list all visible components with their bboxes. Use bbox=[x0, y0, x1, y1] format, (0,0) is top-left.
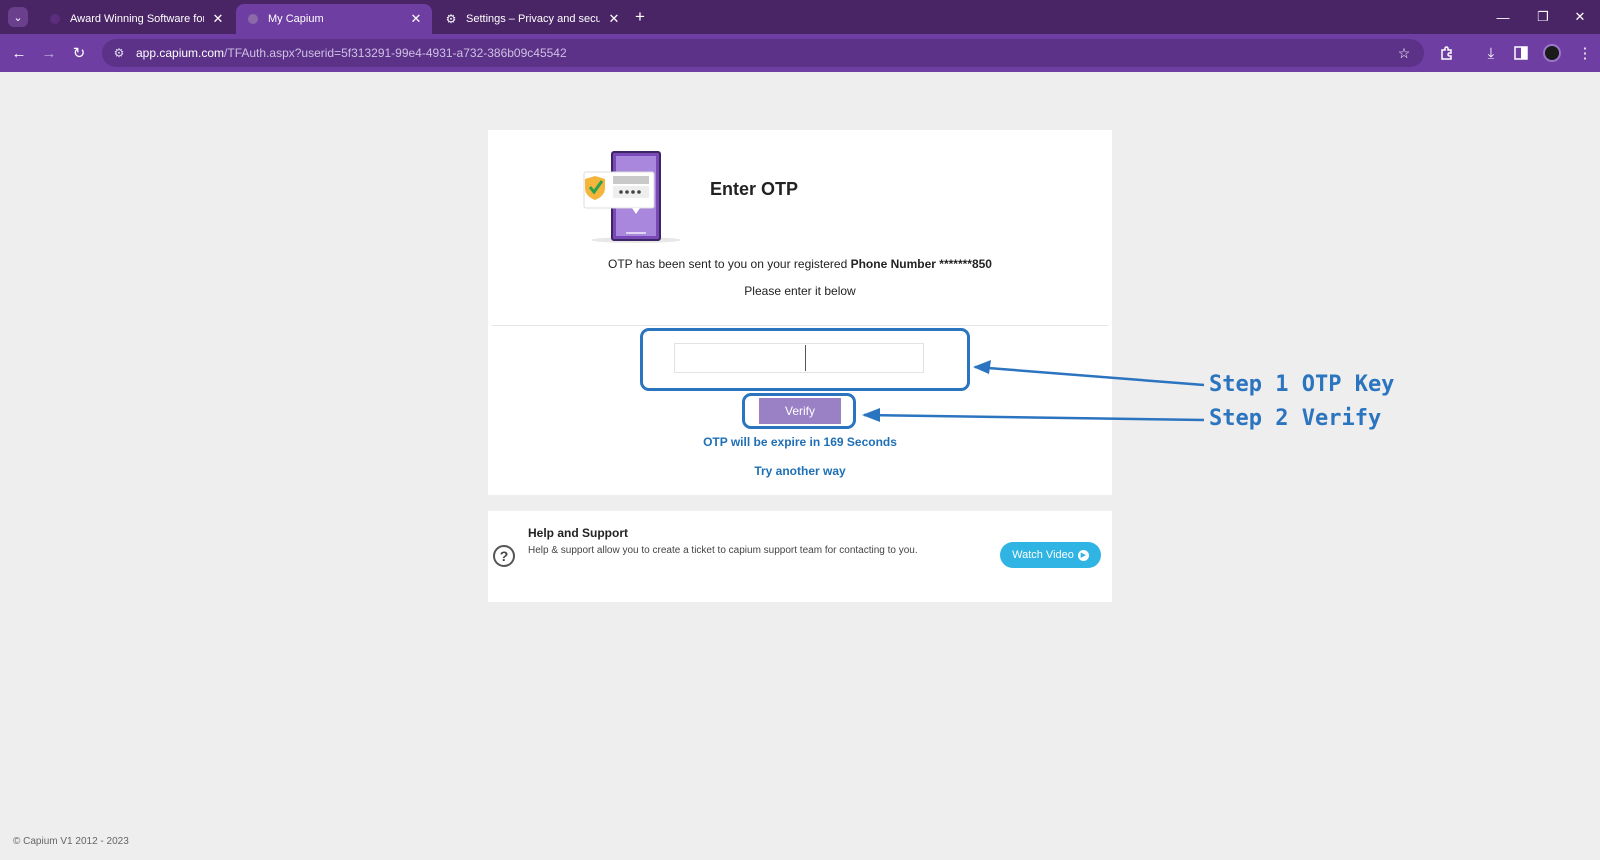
enter-below-message: Please enter it below bbox=[744, 284, 856, 298]
footer-copyright: © Capium V1 2012 - 2023 bbox=[13, 836, 129, 847]
watch-video-label: Watch Video bbox=[1012, 549, 1074, 561]
close-window-icon[interactable]: ✕ bbox=[1560, 4, 1600, 30]
url-path: /TFAuth.aspx?userid=5f313291-99e4-4931-a… bbox=[224, 46, 567, 60]
otp-expire-timer: OTP will be expire in 169 Seconds bbox=[703, 435, 897, 449]
help-support-card: ? Help and Support Help & support allow … bbox=[488, 511, 1112, 602]
try-another-way-link[interactable]: Try another way bbox=[488, 464, 1112, 478]
bookmark-star-icon[interactable]: ☆ bbox=[1394, 43, 1414, 63]
url-host: app.capium.com bbox=[136, 46, 225, 60]
menu-kebab-icon[interactable]: ⋮ bbox=[1573, 41, 1597, 65]
tab-award-winning[interactable]: Award Winning Software for Accountants ✕ bbox=[38, 4, 234, 34]
watch-video-button[interactable]: Watch Video ▶ bbox=[1000, 542, 1101, 568]
globe-icon bbox=[246, 12, 260, 26]
back-arrow-icon[interactable]: ← bbox=[7, 41, 31, 65]
minimize-icon[interactable]: — bbox=[1483, 4, 1523, 30]
new-tab-plus-icon[interactable]: + bbox=[630, 7, 650, 27]
help-title: Help and Support bbox=[528, 526, 628, 540]
close-tab-icon[interactable]: ✕ bbox=[408, 11, 424, 27]
question-circle-icon: ? bbox=[493, 545, 515, 567]
capium-favicon-icon bbox=[48, 12, 62, 26]
tab-title: Award Winning Software for Accountants bbox=[70, 13, 204, 25]
tab-my-capium[interactable]: My Capium ✕ bbox=[236, 4, 432, 34]
tab-title: My Capium bbox=[268, 13, 324, 25]
site-info-icon[interactable]: ⚙ bbox=[110, 44, 128, 62]
annotation-step2-label: Step 2 Verify bbox=[1209, 406, 1382, 431]
otp-message-prefix: OTP has been sent to you on your registe… bbox=[608, 257, 851, 271]
browser-tab-bar: ⌄ Award Winning Software for Accountants… bbox=[0, 0, 1600, 34]
phone-otp-illustration-icon bbox=[583, 151, 681, 243]
forward-arrow-icon[interactable]: → bbox=[37, 41, 61, 65]
tab-title: Settings – Privacy and security bbox=[466, 13, 600, 25]
reload-icon[interactable]: ↻ bbox=[67, 41, 91, 65]
close-tab-icon[interactable]: ✕ bbox=[210, 11, 226, 27]
otp-card: Enter OTP OTP has been sent to you on yo… bbox=[488, 130, 1112, 495]
profile-avatar[interactable] bbox=[1543, 44, 1561, 62]
address-bar[interactable]: ⚙ app.capium.com/TFAuth.aspx?userid=5f31… bbox=[102, 39, 1424, 67]
divider bbox=[492, 325, 1108, 326]
restore-icon[interactable]: ❐ bbox=[1523, 4, 1563, 30]
gear-icon: ⚙ bbox=[445, 12, 457, 26]
page-title: Enter OTP bbox=[710, 179, 799, 199]
annotation-box-otp bbox=[640, 328, 970, 391]
tab-settings-privacy[interactable]: ⚙ Settings – Privacy and security ✕ bbox=[434, 4, 630, 34]
extensions-puzzle-icon[interactable] bbox=[1435, 41, 1459, 65]
browser-toolbar: ← → ↻ ⚙ app.capium.com/TFAuth.aspx?useri… bbox=[0, 34, 1600, 72]
annotation-box-verify bbox=[742, 393, 856, 429]
tab-search-chevron-icon[interactable]: ⌄ bbox=[8, 7, 28, 27]
annotation-step1-label: Step 1 OTP Key bbox=[1209, 372, 1395, 397]
play-circle-icon: ▶ bbox=[1077, 549, 1089, 561]
close-tab-icon[interactable]: ✕ bbox=[606, 11, 622, 27]
phone-number: Phone Number *******850 bbox=[850, 257, 992, 271]
otp-sent-message: OTP has been sent to you on your registe… bbox=[488, 257, 1112, 271]
download-icon[interactable]: ⤓ bbox=[1479, 41, 1503, 65]
side-panel-icon[interactable] bbox=[1509, 41, 1533, 65]
help-description: Help & support allow you to create a tic… bbox=[528, 545, 918, 556]
